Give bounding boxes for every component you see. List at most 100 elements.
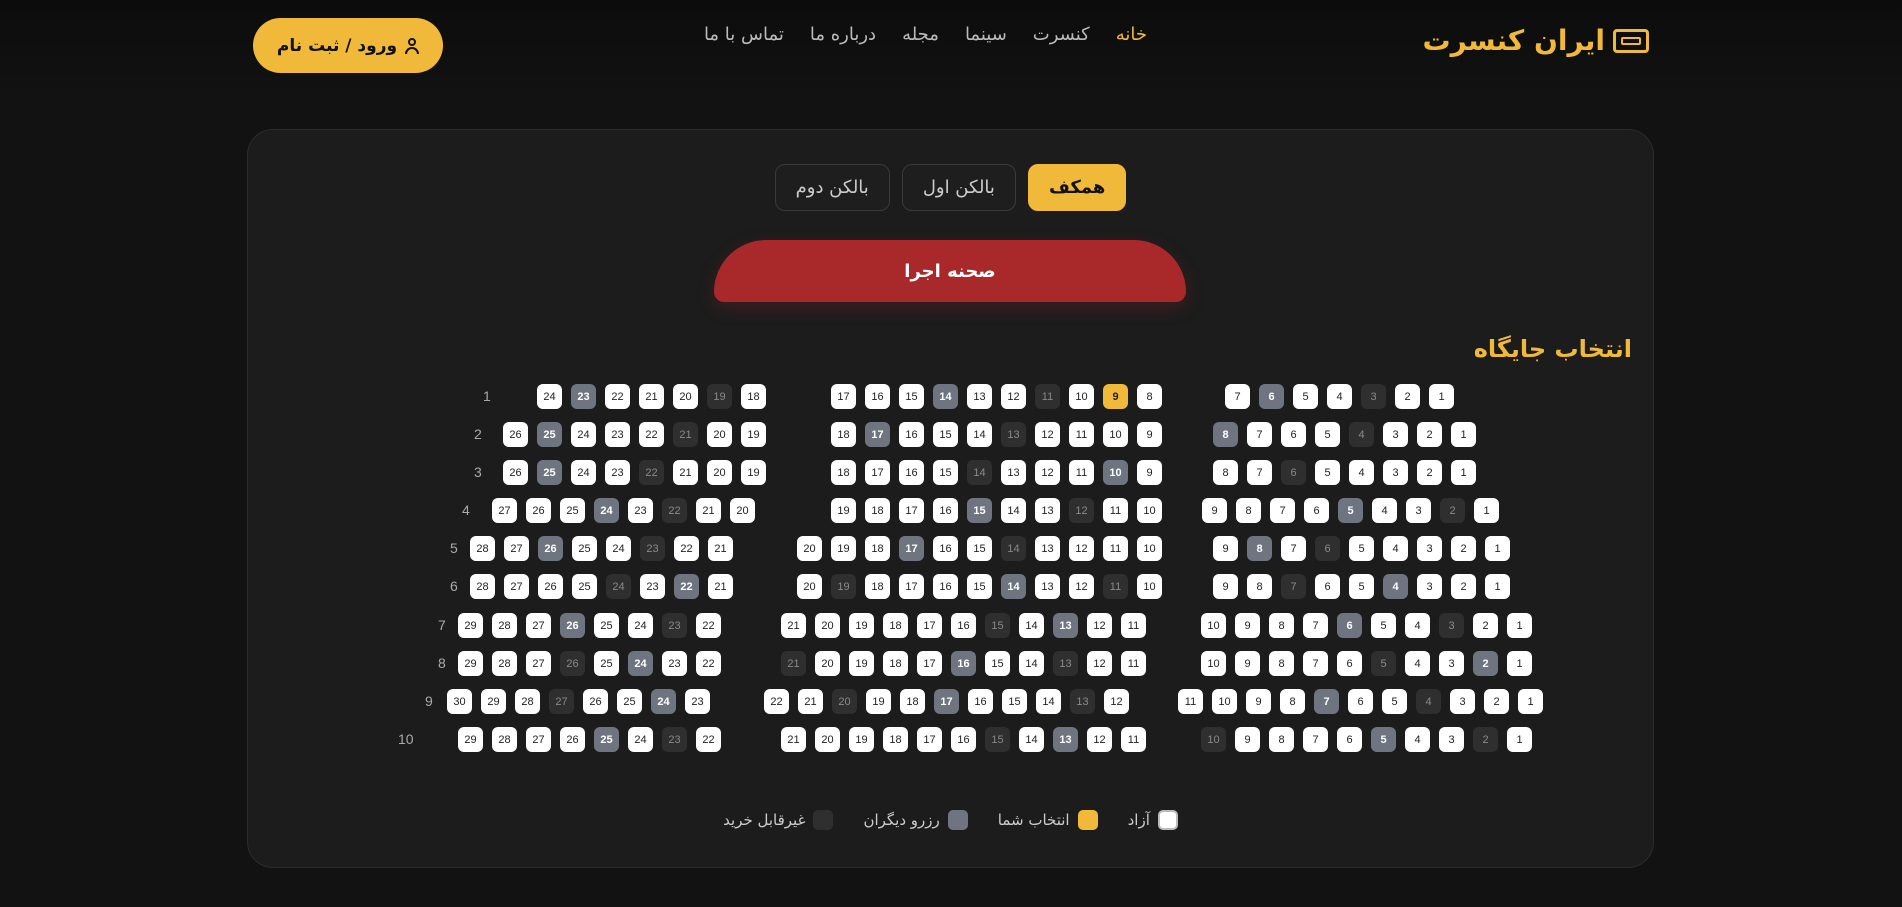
- seat-left[interactable]: 26: [583, 689, 608, 714]
- seat-right[interactable]: 5: [1293, 384, 1318, 409]
- seat-middle[interactable]: 22: [764, 689, 789, 714]
- seat-right[interactable]: 7: [1270, 498, 1295, 523]
- nav-item-concert[interactable]: کنسرت: [1033, 24, 1090, 45]
- seat-left[interactable]: 19: [741, 422, 766, 447]
- seat-left[interactable]: 23: [640, 574, 665, 599]
- seat-right[interactable]: 4: [1327, 384, 1352, 409]
- seat-middle[interactable]: 17: [917, 727, 942, 752]
- seat-right[interactable]: 2: [1417, 460, 1442, 485]
- seat-left[interactable]: 22: [639, 422, 664, 447]
- nav-item-cinema[interactable]: سینما: [965, 24, 1007, 45]
- seat-middle[interactable]: 17: [917, 651, 942, 676]
- seat-left[interactable]: 25: [594, 613, 619, 638]
- seat-middle[interactable]: 16: [951, 613, 976, 638]
- seat-left[interactable]: 24: [606, 536, 631, 561]
- seat-left[interactable]: 21: [708, 574, 733, 599]
- seat-middle[interactable]: 11: [1121, 651, 1146, 676]
- seat-right[interactable]: 1: [1451, 460, 1476, 485]
- seat-right[interactable]: 5: [1349, 536, 1374, 561]
- seat-middle[interactable]: 19: [849, 727, 874, 752]
- seat-left[interactable]: 24: [628, 727, 653, 752]
- seat-middle[interactable]: 9: [1137, 460, 1162, 485]
- seat-right[interactable]: 8: [1213, 460, 1238, 485]
- seat-middle[interactable]: 13: [1035, 574, 1060, 599]
- nav-item-about[interactable]: درباره ما: [810, 24, 876, 45]
- seat-left[interactable]: 23: [662, 651, 687, 676]
- seat-middle[interactable]: 16: [933, 536, 958, 561]
- seat-middle[interactable]: 12: [1087, 651, 1112, 676]
- seat-right[interactable]: 8: [1269, 727, 1294, 752]
- seat-middle[interactable]: 21: [781, 613, 806, 638]
- seat-right[interactable]: 9: [1235, 651, 1260, 676]
- seat-right[interactable]: 6: [1281, 422, 1306, 447]
- seat-left[interactable]: 23: [685, 689, 710, 714]
- seat-middle[interactable]: 11: [1103, 536, 1128, 561]
- seat-left[interactable]: 27: [504, 574, 529, 599]
- seat-left[interactable]: 26: [526, 498, 551, 523]
- seat-middle[interactable]: 17: [899, 498, 924, 523]
- seat-right[interactable]: 8: [1236, 498, 1261, 523]
- seat-middle[interactable]: 10: [1069, 384, 1094, 409]
- seat-middle[interactable]: 12: [1069, 536, 1094, 561]
- seat-right[interactable]: 6: [1337, 651, 1362, 676]
- seat-middle[interactable]: 21: [781, 727, 806, 752]
- seat-right[interactable]: 2: [1484, 689, 1509, 714]
- seat-right[interactable]: 1: [1485, 536, 1510, 561]
- seat-right[interactable]: 1: [1507, 651, 1532, 676]
- seat-middle[interactable]: 11: [1121, 613, 1146, 638]
- seat-left[interactable]: 27: [492, 498, 517, 523]
- seat-middle[interactable]: 18: [900, 689, 925, 714]
- seat-middle[interactable]: 14: [1019, 613, 1044, 638]
- seat-left[interactable]: 20: [707, 422, 732, 447]
- seat-left[interactable]: 29: [481, 689, 506, 714]
- seat-right[interactable]: 3: [1439, 727, 1464, 752]
- seat-right[interactable]: 9: [1202, 498, 1227, 523]
- seat-middle[interactable]: 16: [951, 727, 976, 752]
- seat-middle[interactable]: 18: [831, 422, 856, 447]
- seat-left[interactable]: 23: [605, 460, 630, 485]
- seat-right[interactable]: 7: [1303, 651, 1328, 676]
- seat-middle[interactable]: 19: [849, 651, 874, 676]
- seat-left[interactable]: 28: [470, 574, 495, 599]
- seat-left[interactable]: 25: [617, 689, 642, 714]
- seat-left[interactable]: 24: [571, 422, 596, 447]
- seat-right[interactable]: 3: [1383, 422, 1408, 447]
- seat-middle[interactable]: 11: [1103, 498, 1128, 523]
- seat-right[interactable]: 7: [1247, 422, 1272, 447]
- seat-middle[interactable]: 19: [849, 613, 874, 638]
- tab-second-balcony[interactable]: بالکن دوم: [774, 164, 890, 211]
- seat-right[interactable]: 1: [1474, 498, 1499, 523]
- seat-right[interactable]: 1: [1429, 384, 1454, 409]
- seat-right[interactable]: 3: [1417, 536, 1442, 561]
- seat-middle[interactable]: 15: [1002, 689, 1027, 714]
- seat-right[interactable]: 3: [1383, 460, 1408, 485]
- seat-middle[interactable]: 12: [1087, 613, 1112, 638]
- seat-middle[interactable]: 18: [831, 460, 856, 485]
- seat-left[interactable]: 21: [696, 498, 721, 523]
- seat-middle[interactable]: 18: [865, 574, 890, 599]
- seat-middle[interactable]: 9: [1137, 422, 1162, 447]
- seat-left[interactable]: 30: [447, 689, 472, 714]
- seat-middle[interactable]: 18: [883, 613, 908, 638]
- seat-middle[interactable]: 20: [815, 727, 840, 752]
- seat-right[interactable]: 5: [1349, 574, 1374, 599]
- seat-middle[interactable]: 18: [883, 727, 908, 752]
- seat-left[interactable]: 21: [673, 460, 698, 485]
- seat-left[interactable]: 27: [504, 536, 529, 561]
- seat-right[interactable]: 4: [1383, 536, 1408, 561]
- seat-middle[interactable]: 18: [865, 498, 890, 523]
- seat-middle[interactable]: 10: [1103, 422, 1128, 447]
- seat-middle[interactable]: 17: [865, 460, 890, 485]
- seat-right[interactable]: 10: [1212, 689, 1237, 714]
- seat-left[interactable]: 28: [470, 536, 495, 561]
- seat-right[interactable]: 9: [1246, 689, 1271, 714]
- seat-right[interactable]: 4: [1405, 613, 1430, 638]
- seat-right[interactable]: 11: [1178, 689, 1203, 714]
- seat-left[interactable]: 26: [538, 574, 563, 599]
- seat-middle[interactable]: 17: [917, 613, 942, 638]
- seat-left[interactable]: 25: [572, 536, 597, 561]
- seat-middle[interactable]: 14: [1019, 727, 1044, 752]
- seat-right[interactable]: 3: [1417, 574, 1442, 599]
- seat-right[interactable]: 7: [1247, 460, 1272, 485]
- seat-middle[interactable]: 14: [967, 422, 992, 447]
